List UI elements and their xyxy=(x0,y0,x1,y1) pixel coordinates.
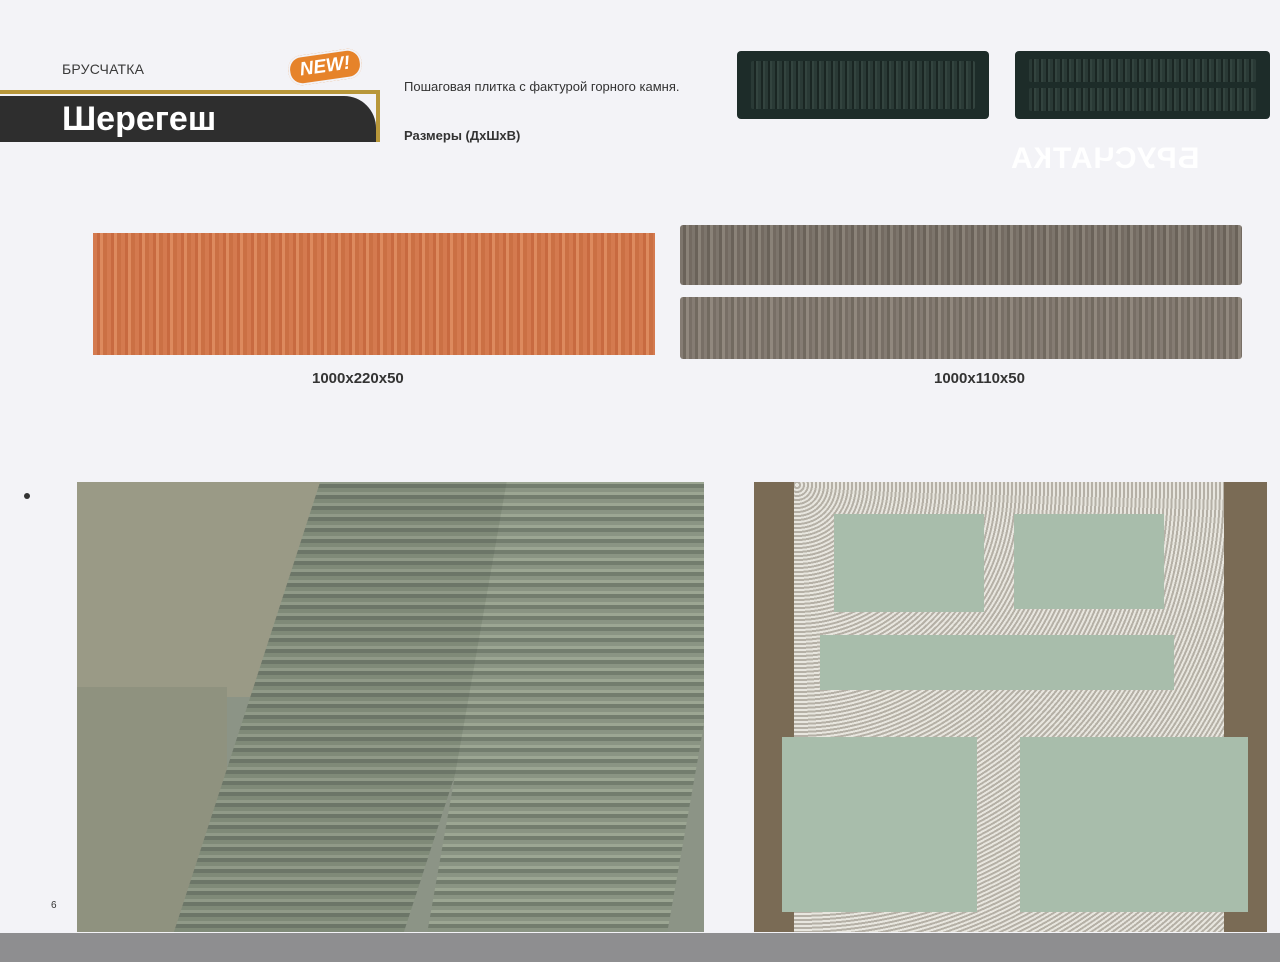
margin-mark xyxy=(24,493,30,499)
tile-image-red xyxy=(93,233,655,355)
page-number: 6 xyxy=(51,900,57,911)
sizes-label: Размеры (ДхШхВ) xyxy=(404,128,521,143)
header-gold-tail xyxy=(376,90,380,142)
tile-image-grey-bottom xyxy=(680,297,1242,359)
page-title: Шерегеш xyxy=(62,100,217,138)
photo-paving-closeup xyxy=(77,482,704,932)
size-label-narrow: 1000x110x50 xyxy=(934,370,1025,387)
category-label: БРУСЧАТКА xyxy=(62,61,145,77)
mold-image-single xyxy=(737,51,989,119)
mold-image-double xyxy=(1015,51,1270,119)
size-label-wide: 1000x220x50 xyxy=(312,370,404,387)
header-gold-line xyxy=(0,90,380,94)
photo-garden-path xyxy=(754,482,1267,932)
watermark-text: БРУСЧАТКА xyxy=(1010,142,1200,175)
new-badge: NEW! xyxy=(286,46,364,88)
bottom-strip xyxy=(0,933,1280,962)
product-description: Пошаговая плитка с фактурой горного камн… xyxy=(404,79,680,94)
tile-image-grey-top xyxy=(680,225,1242,285)
